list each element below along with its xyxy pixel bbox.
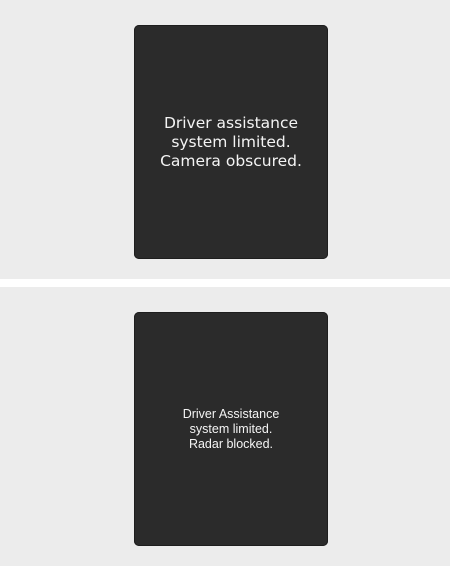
camera-obscured-warning-text: Driver assistance system limited. Camera… — [160, 113, 302, 170]
cluster-display-screen: Driver assistance system limited. Camera… — [134, 25, 328, 259]
radar-warning-panel: Driver Assistance system limited. Radar … — [0, 287, 450, 566]
radar-blocked-warning-text: Driver Assistance system limited. Radar … — [182, 406, 280, 451]
camera-warning-panel: Driver assistance system limited. Camera… — [0, 0, 450, 279]
cluster-display-screen: Driver Assistance system limited. Radar … — [134, 312, 328, 546]
